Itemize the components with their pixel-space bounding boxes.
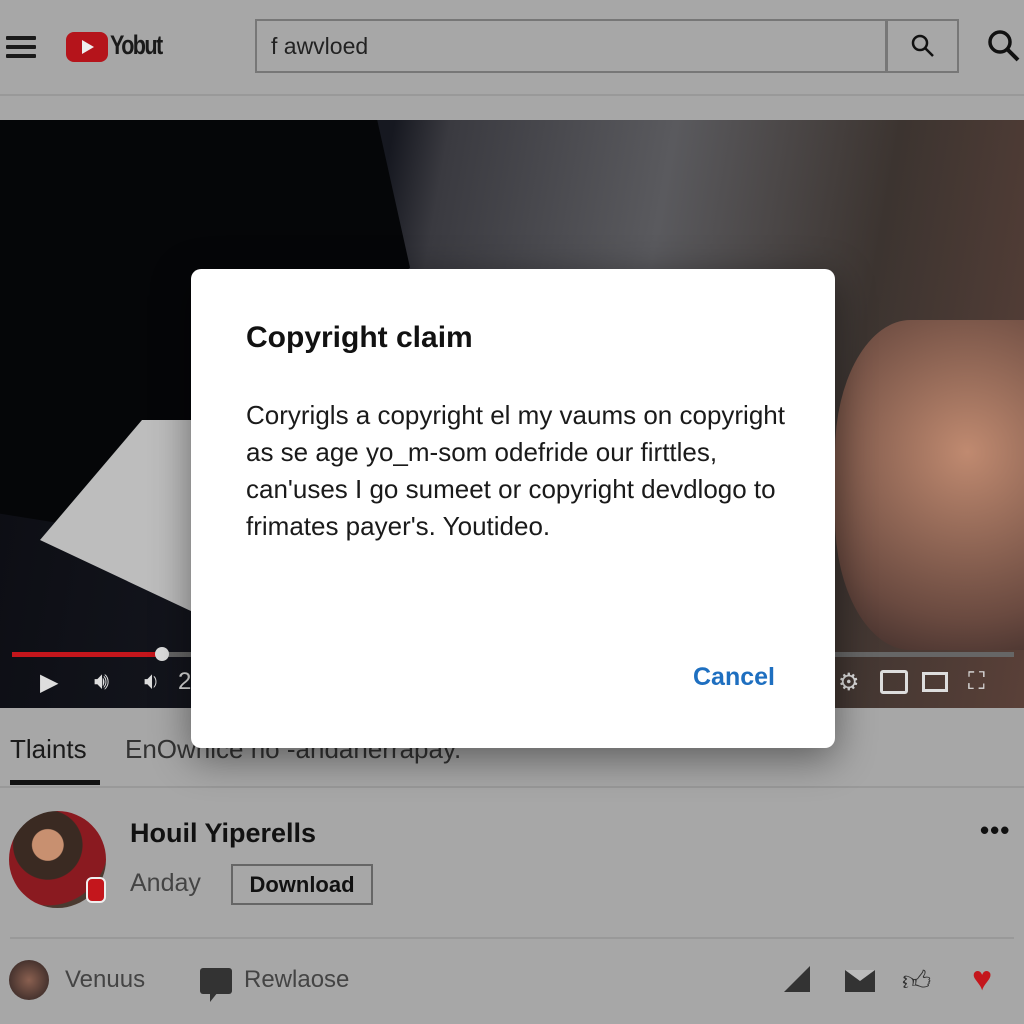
comment-user[interactable]: Venuus — [65, 966, 145, 994]
theater-mode-icon[interactable] — [922, 672, 948, 692]
subtitles-icon[interactable] — [880, 670, 908, 694]
search-icon[interactable] — [986, 28, 1022, 64]
menu-icon[interactable] — [6, 36, 36, 58]
live-badge-icon — [86, 877, 106, 903]
dialog-title: Copyright claim — [246, 321, 473, 354]
reply-button[interactable]: Rewlaose — [244, 966, 349, 994]
dialog-body: Coryrigls a copyright el my vaums on cop… — [246, 400, 785, 541]
time-display: 2 — [178, 668, 192, 695]
volume-icon[interactable]: 🔊︎ — [94, 668, 109, 696]
fullscreen-icon[interactable]: ⛶ — [968, 668, 985, 696]
user-avatar[interactable] — [9, 960, 49, 1000]
signal-icon[interactable] — [784, 966, 810, 992]
volume-icon-2[interactable]: 🔉︎ — [144, 668, 159, 696]
download-button[interactable]: Download — [231, 864, 373, 905]
progress-fill — [12, 652, 163, 657]
divider — [10, 937, 1014, 939]
logo-text[interactable]: Yobut — [110, 30, 163, 61]
play-icon[interactable]: ▶ — [40, 668, 58, 697]
tab-tlaints[interactable]: Tlaints — [10, 734, 87, 765]
search-icon — [911, 34, 934, 57]
logo-play-icon[interactable] — [66, 32, 108, 62]
video-frame-hand — [835, 320, 1024, 650]
copyright-claim-dialog: Copyright claim Coryrigls a copyright el… — [191, 269, 835, 748]
heart-icon[interactable]: ♥ — [972, 960, 992, 999]
channel-subtitle: Anday — [130, 869, 201, 897]
comment-icon[interactable] — [200, 968, 232, 1002]
mail-icon[interactable] — [845, 970, 875, 992]
channel-name[interactable]: Houil Yiperells — [130, 818, 316, 849]
cancel-button[interactable]: Cancel — [693, 663, 775, 692]
settings-gear-icon[interactable]: ⚙ — [838, 668, 860, 697]
search-input[interactable]: f awvloed — [255, 19, 887, 73]
thumbs-up-icon[interactable]: 👍︎ — [902, 964, 931, 998]
more-options-icon[interactable]: ••• — [980, 815, 1010, 846]
active-tab-indicator — [10, 780, 100, 785]
search-button[interactable] — [886, 19, 959, 73]
